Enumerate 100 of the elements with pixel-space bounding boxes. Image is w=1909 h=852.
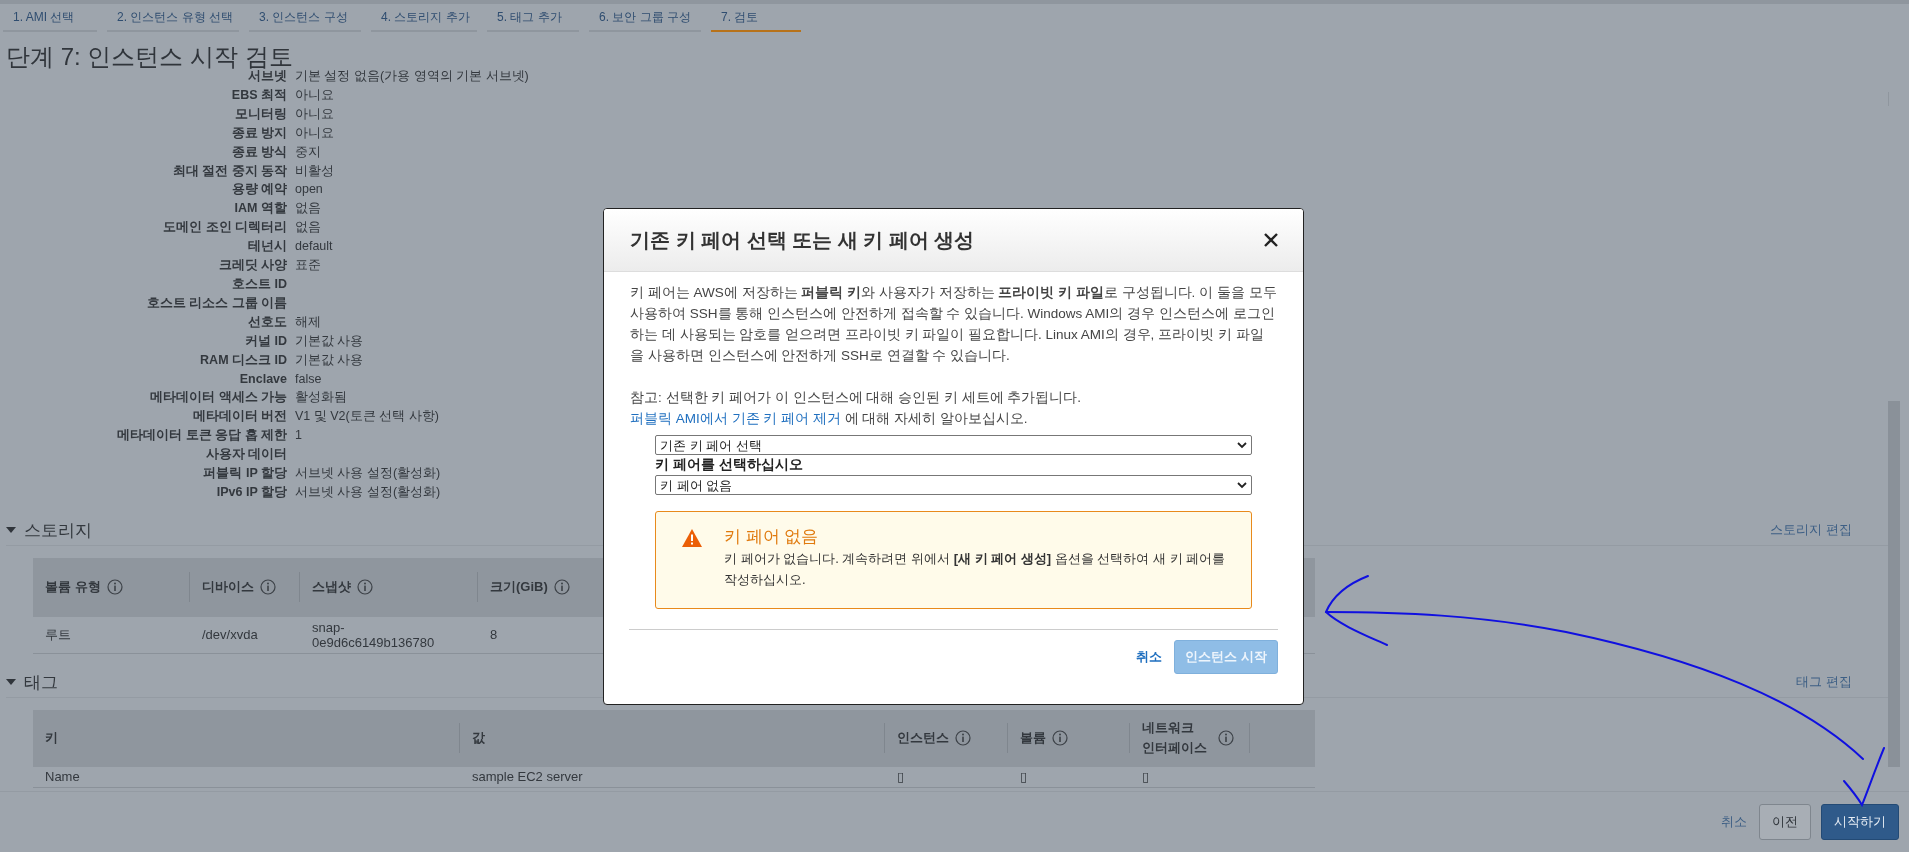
- previous-button[interactable]: 이전: [1759, 804, 1811, 840]
- detail-label: Enclave: [238, 370, 287, 388]
- info-icon[interactable]: [1052, 730, 1068, 747]
- launch-instance-button: 인스턴스 시작: [1174, 640, 1278, 674]
- table-cell: 8: [490, 627, 498, 643]
- detail-label: 용량 예약: [230, 181, 287, 199]
- wizard-step-tab[interactable]: 7. 검토: [711, 4, 801, 32]
- detail-label: 선호도: [247, 313, 287, 331]
- table-cell: Name: [45, 769, 80, 785]
- table-cell: ▯: [1142, 769, 1150, 785]
- key-pair-option-select[interactable]: 기존 키 페어 선택: [655, 435, 1252, 455]
- close-icon[interactable]: [1264, 233, 1278, 247]
- help-link[interactable]: 퍼블릭 AMI에서 기존 키 페어 제거: [630, 411, 841, 426]
- edit-link[interactable]: 태그 편집: [1796, 673, 1852, 692]
- dialog-text: 키 페어는 AWS에 저장하는 퍼블릭 키와 사용자가 저장하는 프라이빗 키 파일로 구성됩니다. 이 둘을 모두 사용하여 SSH를 통해 인스턴스에 안전하게 접속할 수 있습니다. Windows AMI의 경우 인스턴스에 로그인하는 데 사용되는 암호를 얻으려면 프라이빗 키 파일이 필요합니다. Linux AMI의 경우, 프라이빗 키 파일을 사용하면 인스턴스에 안전하게 SSH로 연결할 수 있습니다.: [630, 284, 1277, 365]
- wizard-step-tab[interactable]: 4. 스토리지 추가: [371, 4, 477, 32]
- detail-label: 메타데이터 버전: [191, 408, 287, 426]
- detail-label: 사용자 데이터: [204, 446, 287, 464]
- column-header: 스냅샷: [312, 578, 351, 597]
- column-header: 볼륨 유형: [45, 578, 101, 597]
- detail-label: 메타데이터 토큰 응답 홉 제한: [116, 427, 287, 445]
- info-icon[interactable]: [106, 579, 123, 596]
- detail-label: 도메인 조인 디렉터리: [162, 219, 287, 237]
- field-label: 키 페어를 선택하십시오: [655, 456, 804, 474]
- key-pair-select[interactable]: 키 페어 없음: [655, 475, 1252, 495]
- detail-value: 활성화됨: [295, 389, 347, 407]
- table-cell: sample EC2 server: [472, 769, 583, 785]
- detail-label: 메타데이터 액세스 가능: [149, 389, 287, 407]
- detail-value: 기본 설정 없음(가용 영역의 기본 서브넷): [295, 68, 529, 85]
- section-toggle[interactable]: 스토리지: [6, 518, 92, 542]
- chevron-down-icon: [1237, 441, 1247, 449]
- alert-title: 키 페어 없음: [724, 526, 820, 548]
- detail-value: 1: [295, 427, 302, 445]
- detail-value: 기본값 사용: [295, 332, 364, 350]
- info-icon[interactable]: [260, 579, 276, 596]
- detail-value: 서브넷 사용 설정(활성화): [295, 465, 441, 483]
- detail-label: 종료 방지: [230, 124, 287, 142]
- detail-label: 서브넷: [248, 69, 287, 85]
- note-text: 참고: 선택한 키 페어가 이 인스턴스에 대해 승인된 키 세트에 추가됩니다. 퍼블릭 AMI에서 기존 키 페어 제거 에 대해 자세히 알아보십시오.: [630, 389, 1082, 428]
- detail-label: 최대 절전 중지 동작: [171, 162, 287, 180]
- wizard-step-tab[interactable]: 3. 인스턴스 구성: [249, 4, 361, 32]
- info-icon[interactable]: [1218, 730, 1234, 747]
- detail-label: EBS 최적: [230, 86, 287, 104]
- wizard-step-tab[interactable]: 6. 보안 그룹 구성: [589, 4, 701, 32]
- detail-value: 기본값 사용: [295, 351, 364, 369]
- chevron-down-icon: [1237, 481, 1247, 489]
- detail-label: RAM 디스크 ID: [199, 351, 287, 369]
- edit-link[interactable]: 스토리지 편집: [1770, 521, 1852, 540]
- section-toggle[interactable]: 태그: [6, 670, 58, 694]
- detail-value: default: [295, 238, 333, 256]
- caret-icon: [6, 679, 16, 686]
- detail-label: 퍼블릭 IP 할당: [202, 465, 287, 483]
- detail-label: IAM 역할: [233, 200, 287, 218]
- column-header: 크기(GiB): [490, 578, 548, 597]
- column-header: 볼륨: [1020, 729, 1046, 748]
- wizard-step-tab[interactable]: 2. 인스턴스 유형 선택: [107, 4, 239, 32]
- detail-value: open: [295, 181, 323, 199]
- table-cell: 루트: [45, 626, 71, 642]
- detail-value: 없음: [295, 219, 321, 237]
- detail-value: 아니요: [295, 124, 334, 142]
- cancel-link[interactable]: 취소: [1136, 648, 1163, 666]
- caret-icon: [6, 527, 16, 534]
- detail-label: 모니터링: [234, 105, 287, 123]
- dialog-title: 기존 키 페어 선택 또는 새 키 페어 생성: [630, 227, 975, 253]
- table-cell: ▯: [897, 769, 905, 785]
- detail-value: 표준: [295, 257, 321, 275]
- detail-value: 아니요: [295, 86, 334, 104]
- page-title: 단계 7: 인스턴스 시작 검토: [6, 43, 294, 71]
- detail-value: 서브넷 사용 설정(활성화): [295, 483, 441, 501]
- launch-button[interactable]: 시작하기: [1821, 804, 1899, 840]
- detail-value: 비활성: [295, 162, 334, 180]
- column-header: 값: [472, 729, 485, 748]
- info-icon[interactable]: [357, 579, 373, 596]
- detail-label: 크레딧 사양: [217, 257, 287, 275]
- table-cell-text: snap-0e9d6c6149b136780: [312, 619, 436, 650]
- warning-icon: [682, 529, 702, 547]
- detail-label: 호스트 ID: [231, 275, 287, 293]
- detail-value: 해제: [295, 313, 321, 331]
- wizard-step-tab[interactable]: 5. 태그 추가: [487, 4, 579, 32]
- column-header: 네트워크 인터페이스: [1142, 719, 1208, 758]
- detail-label: 호스트 리소스 그룹 이름: [145, 294, 287, 312]
- info-icon[interactable]: [553, 579, 570, 596]
- column-header: 디바이스: [202, 578, 254, 597]
- detail-label: 테넌시: [247, 238, 287, 256]
- detail-label: 커널 ID: [244, 332, 287, 350]
- info-icon[interactable]: [955, 730, 971, 747]
- table-cell: /dev/xvda: [202, 627, 258, 643]
- cancel-link[interactable]: 취소: [1721, 813, 1747, 831]
- detail-label: 종료 방식: [230, 143, 287, 161]
- detail-value: false: [295, 370, 322, 388]
- detail-value: 아니요: [295, 105, 334, 123]
- detail-value: V1 및 V2(토큰 선택 사항): [295, 408, 439, 426]
- detail-value: 없음: [295, 200, 321, 218]
- column-header: 인스턴스: [897, 729, 949, 748]
- column-header: 키: [45, 729, 58, 748]
- table-cell: ▯: [1020, 769, 1028, 785]
- alert-text: 키 페어가 없습니다. 계속하려면 위에서 [새 키 페어 생성] 옵션을 선택하여 새 키 페어를 작성하십시오.: [724, 550, 1227, 589]
- detail-value: 중지: [295, 143, 321, 161]
- wizard-step-tab[interactable]: 1. AMI 선택: [3, 4, 97, 32]
- detail-label: IPv6 IP 할당: [215, 483, 287, 501]
